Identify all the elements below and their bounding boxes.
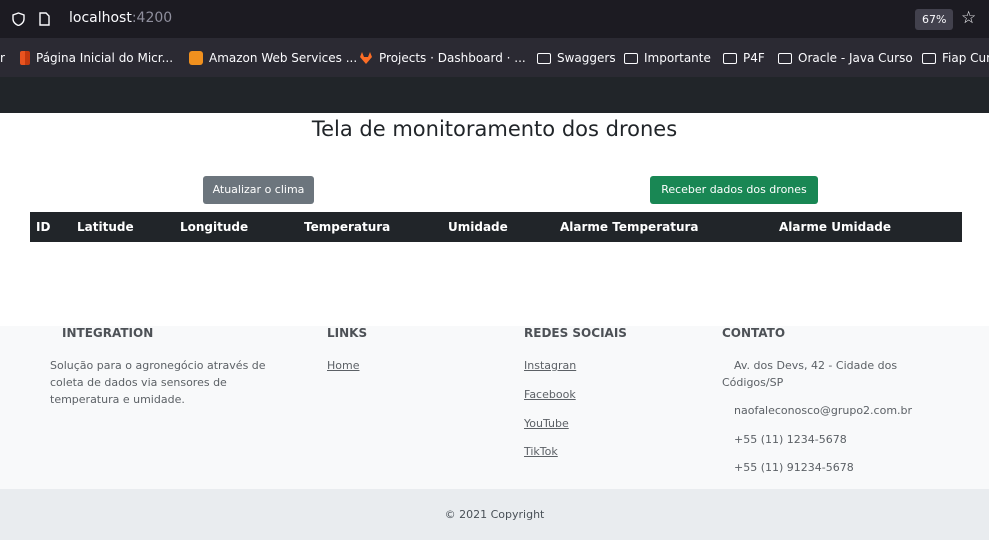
office-icon [20, 51, 30, 65]
page-title: Tela de monitoramento dos drones [311, 117, 678, 141]
bookmark-folder-swaggers[interactable]: Swaggers [537, 49, 616, 67]
url-host: localhost [69, 10, 132, 26]
footer-contact-address: Av. dos Devs, 42 - Cidade dos Códigos/SP [722, 359, 898, 389]
footer-heading-social: REDES SOCIAIS [524, 326, 627, 340]
column-header-latitude: Latitude [77, 220, 134, 234]
column-header-id: ID [36, 220, 51, 234]
footer-contact-email: naofaleconosco@grupo2.com.br [734, 404, 913, 417]
footer-link-instagram[interactable]: Instagran [524, 359, 576, 372]
footer-heading-contact: CONTATO [722, 326, 786, 340]
update-weather-button[interactable]: Atualizar o clima [203, 176, 314, 204]
url-port: :4200 [131, 10, 173, 26]
shield-icon[interactable] [12, 12, 25, 26]
bookmark-folder-importante[interactable]: Importante [624, 49, 711, 67]
bookmark-folder-p4f[interactable]: P4F [723, 49, 765, 67]
bookmark-label: Importante [644, 51, 711, 65]
column-header-temperature: Temperatura [304, 220, 391, 234]
folder-icon [778, 52, 792, 64]
footer-contact-phone: +55 (11) 1234-5678 [734, 433, 847, 446]
footer-link-facebook[interactable]: Facebook [524, 388, 576, 401]
footer-contact-mobile: +55 (11) 91234-5678 [734, 461, 854, 474]
url-field[interactable]: localhost:4200 [69, 10, 172, 26]
copyright-bar: © 2021 Copyright [0, 489, 989, 540]
bookmark-item-office[interactable]: Página Inicial do Micr... [20, 49, 173, 67]
bookmark-item-aws[interactable]: Amazon Web Services ... [189, 49, 357, 67]
receive-drone-data-button[interactable]: Receber dados dos drones [650, 176, 818, 204]
bookmark-label: Swaggers [557, 51, 616, 65]
bookmark-label: P4F [743, 51, 765, 65]
app-navbar [0, 77, 989, 113]
bookmark-label: Oracle - Java Curso [798, 51, 913, 65]
column-header-longitude: Longitude [180, 220, 249, 234]
bookmark-item-gitlab[interactable]: Projects · Dashboard · ... [359, 49, 526, 67]
column-header-temperature-alarm: Alarme Temperatura [560, 220, 699, 234]
footer-link-tiktok[interactable]: TikTok [524, 445, 558, 458]
page-icon [39, 12, 50, 26]
footer-integration-text: Solução para o agronegócio através de co… [50, 359, 266, 406]
folder-icon [537, 52, 551, 64]
bookmark-folder-fiap[interactable]: Fiap Curs [922, 49, 989, 67]
zoom-badge[interactable]: 67% [915, 9, 954, 30]
bookmark-overflow[interactable]: r [0, 49, 5, 67]
footer-link-home[interactable]: Home [327, 359, 359, 372]
bookmark-label: Amazon Web Services ... [209, 51, 358, 65]
folder-icon [922, 52, 936, 64]
folder-icon [723, 52, 737, 64]
bookmark-label: Projects · Dashboard · ... [379, 51, 526, 65]
footer-heading-links: LINKS [327, 326, 368, 340]
footer-heading-integration: INTEGRATION [62, 326, 154, 340]
browser-url-bar: localhost:4200 67% ☆ [0, 0, 989, 38]
table-header: ID Latitude Longitude Temperatura Umidad… [30, 212, 962, 242]
folder-icon [624, 52, 638, 64]
bookmark-label: Fiap Curs [942, 51, 989, 65]
bookmark-label: Página Inicial do Micr... [36, 51, 174, 65]
column-header-humidity: Umidade [448, 220, 508, 234]
bookmarks-bar: r Página Inicial do Micr... Amazon Web S… [0, 38, 989, 77]
gitlab-icon [360, 52, 372, 64]
aws-icon [189, 51, 203, 65]
bookmark-star-icon[interactable]: ☆ [961, 8, 976, 28]
footer-link-youtube[interactable]: YouTube [524, 417, 569, 430]
bookmark-folder-oracle[interactable]: Oracle - Java Curso [778, 49, 913, 67]
column-header-humidity-alarm: Alarme Umidade [779, 220, 892, 234]
